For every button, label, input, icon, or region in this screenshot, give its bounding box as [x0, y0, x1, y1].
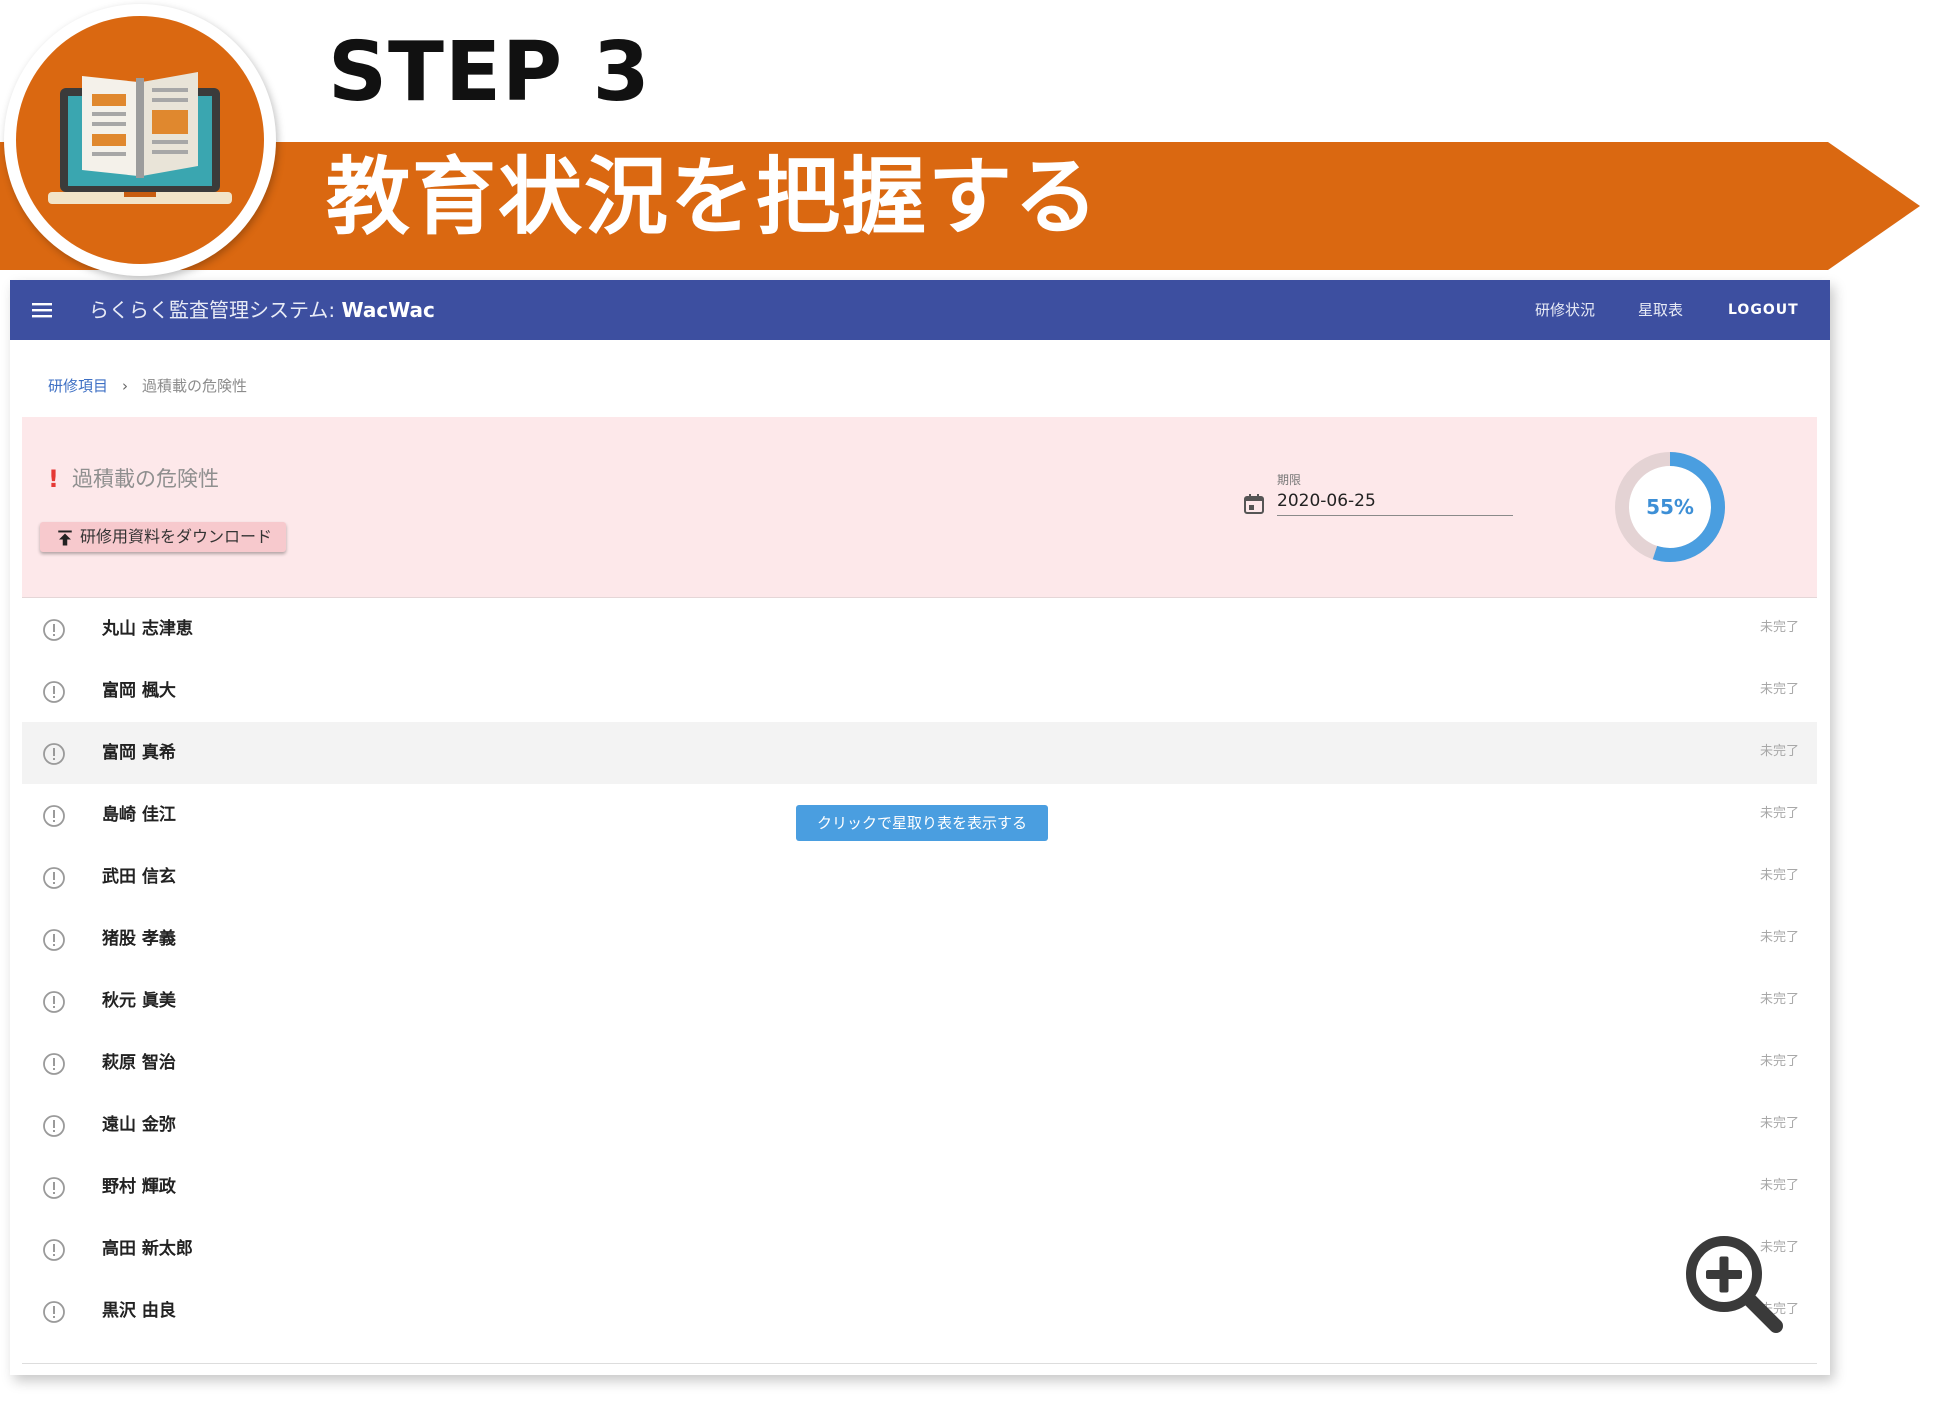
trainee-status: 未完了	[1759, 744, 1799, 759]
alert-circle-icon	[43, 1115, 65, 1137]
trainee-status: 未完了	[1759, 868, 1799, 883]
deadline-label: 期限	[1277, 473, 1302, 487]
trainee-status: 未完了	[1759, 806, 1799, 821]
logout-button[interactable]: LOGOUT	[1728, 280, 1799, 340]
app-title-prefix: らくらく監査管理システム:	[89, 298, 342, 322]
breadcrumb-separator: ›	[122, 377, 129, 395]
trainee-name: 遠山 金弥	[102, 1115, 176, 1135]
step-title: 教育状況を把握する	[326, 148, 1101, 246]
breadcrumb-current: 過積載の危険性	[142, 377, 248, 395]
app-title: らくらく監査管理システム: WacWac	[89, 280, 435, 340]
trainee-row[interactable]: 秋元 眞美 未完了	[22, 970, 1817, 1032]
calendar-icon	[1244, 494, 1264, 514]
logo-badge	[4, 4, 276, 276]
breadcrumb: 研修項目 › 過積載の危険性	[48, 375, 247, 396]
trainee-row[interactable]: 萩原 智治 未完了	[22, 1032, 1817, 1094]
trainee-status: 未完了	[1759, 620, 1799, 635]
star-table-tooltip: クリックで星取り表を表示する	[796, 805, 1048, 841]
course-header-card: ! 過積載の危険性 研修用資料をダウンロード 期限 2020-06-25 55%	[22, 417, 1817, 598]
book-laptop-icon	[48, 72, 232, 204]
trainee-name: 猪股 孝義	[102, 929, 176, 949]
alert-circle-icon	[43, 1239, 65, 1261]
trainee-row[interactable]: 富岡 楓大 未完了	[22, 660, 1817, 722]
deadline-field[interactable]: 2020-06-25	[1277, 487, 1513, 516]
nav-training-status[interactable]: 研修状況	[1535, 280, 1595, 340]
alert-circle-icon	[43, 929, 65, 951]
trainee-row[interactable]: 遠山 金弥 未完了	[22, 1094, 1817, 1156]
upload-icon	[58, 530, 72, 546]
menu-icon[interactable]	[30, 298, 54, 322]
trainee-list: 丸山 志津恵 未完了 富岡 楓大 未完了 富岡 真希 未完了 島崎 佳江 未完了 武田 信玄 未完…	[22, 598, 1817, 1364]
trainee-status: 未完了	[1759, 1178, 1799, 1193]
trainee-name: 富岡 真希	[102, 743, 176, 763]
trainee-status: 未完了	[1759, 682, 1799, 697]
app-brand: WacWac	[341, 298, 435, 322]
trainee-name: 黒沢 由良	[102, 1301, 176, 1321]
alert-icon: !	[48, 465, 59, 493]
trainee-row[interactable]: 武田 信玄 未完了	[22, 846, 1817, 908]
alert-circle-icon	[43, 1177, 65, 1199]
breadcrumb-root[interactable]: 研修項目	[48, 377, 108, 395]
trainee-name: 高田 新太郎	[102, 1239, 193, 1259]
app-bar: らくらく監査管理システム: WacWac 研修状況 星取表 LOGOUT	[10, 280, 1830, 340]
course-title: 過積載の危険性	[72, 467, 219, 491]
trainee-row[interactable]: 高田 新太郎 未完了	[22, 1218, 1817, 1280]
download-label: 研修用資料をダウンロード	[80, 527, 273, 546]
alert-circle-icon	[43, 805, 65, 827]
progress-percent: 55%	[1646, 495, 1694, 519]
trainee-name: 秋元 眞美	[102, 991, 176, 1011]
alert-circle-icon	[43, 867, 65, 889]
trainee-status: 未完了	[1759, 1054, 1799, 1069]
alert-circle-icon	[43, 743, 65, 765]
trainee-name: 野村 輝政	[102, 1177, 176, 1197]
trainee-name: 武田 信玄	[102, 867, 176, 887]
trainee-name: 萩原 智治	[102, 1053, 176, 1073]
trainee-status: 未完了	[1759, 1116, 1799, 1131]
progress-ring: 55%	[1614, 451, 1726, 563]
alert-circle-icon	[43, 681, 65, 703]
zoom-in-icon[interactable]	[1680, 1230, 1790, 1340]
trainee-row[interactable]: 富岡 真希 未完了	[22, 722, 1817, 784]
trainee-name: 丸山 志津恵	[102, 619, 193, 639]
trainee-row[interactable]: 野村 輝政 未完了	[22, 1156, 1817, 1218]
trainee-name: 富岡 楓大	[102, 681, 176, 701]
trainee-row[interactable]: 丸山 志津恵 未完了	[22, 598, 1817, 660]
trainee-status: 未完了	[1759, 992, 1799, 1007]
alert-circle-icon	[43, 991, 65, 1013]
alert-circle-icon	[43, 1301, 65, 1323]
trainee-status: 未完了	[1759, 930, 1799, 945]
alert-circle-icon	[43, 1053, 65, 1075]
alert-circle-icon	[43, 619, 65, 641]
step-label: STEP 3	[328, 25, 651, 120]
trainee-name: 島崎 佳江	[102, 805, 176, 825]
nav-star-table[interactable]: 星取表	[1638, 280, 1683, 340]
trainee-row[interactable]: 猪股 孝義 未完了	[22, 908, 1817, 970]
download-materials-button[interactable]: 研修用資料をダウンロード	[40, 522, 287, 552]
trainee-row[interactable]: 黒沢 由良 未完了	[22, 1280, 1817, 1342]
